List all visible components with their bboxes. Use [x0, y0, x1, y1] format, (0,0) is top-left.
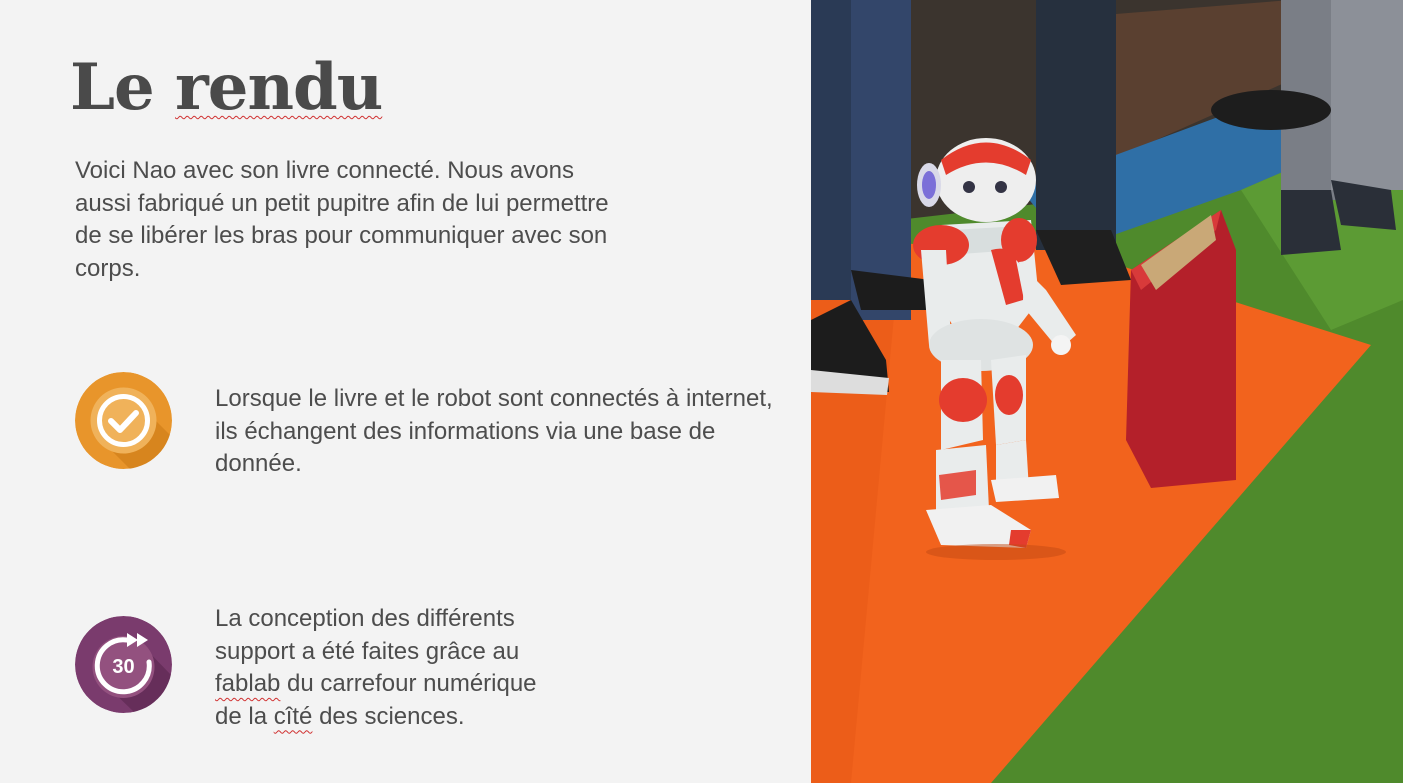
text-line: du carrefour numérique [280, 670, 537, 697]
nao-robot-photo [811, 0, 1403, 783]
check-circle-icon [75, 372, 172, 469]
slide: Le rendu Voici Nao avec son livre connec… [0, 0, 1403, 783]
fablab-description: La conception des différents support a ét… [215, 603, 595, 733]
text-line: des sciences. [312, 702, 465, 730]
slide-title: Le rendu [70, 48, 383, 128]
title-word: Le [70, 50, 175, 125]
misspelled-word: fablab [215, 670, 281, 697]
misspelled-word: cîté [273, 702, 313, 730]
intro-paragraph: Voici Nao avec son livre connecté. Nous … [75, 157, 609, 282]
title-word-underlined: rendu [175, 50, 383, 125]
text-line: de la [215, 702, 274, 730]
text-line: La conception des différents [215, 605, 515, 632]
connection-description: Lorsque le livre et le robot sont connec… [215, 385, 773, 477]
forward-30-label: 30 [112, 656, 134, 678]
text-line: support a été faites grâce au [215, 637, 520, 665]
forward-30-icon: 30 [75, 616, 172, 713]
